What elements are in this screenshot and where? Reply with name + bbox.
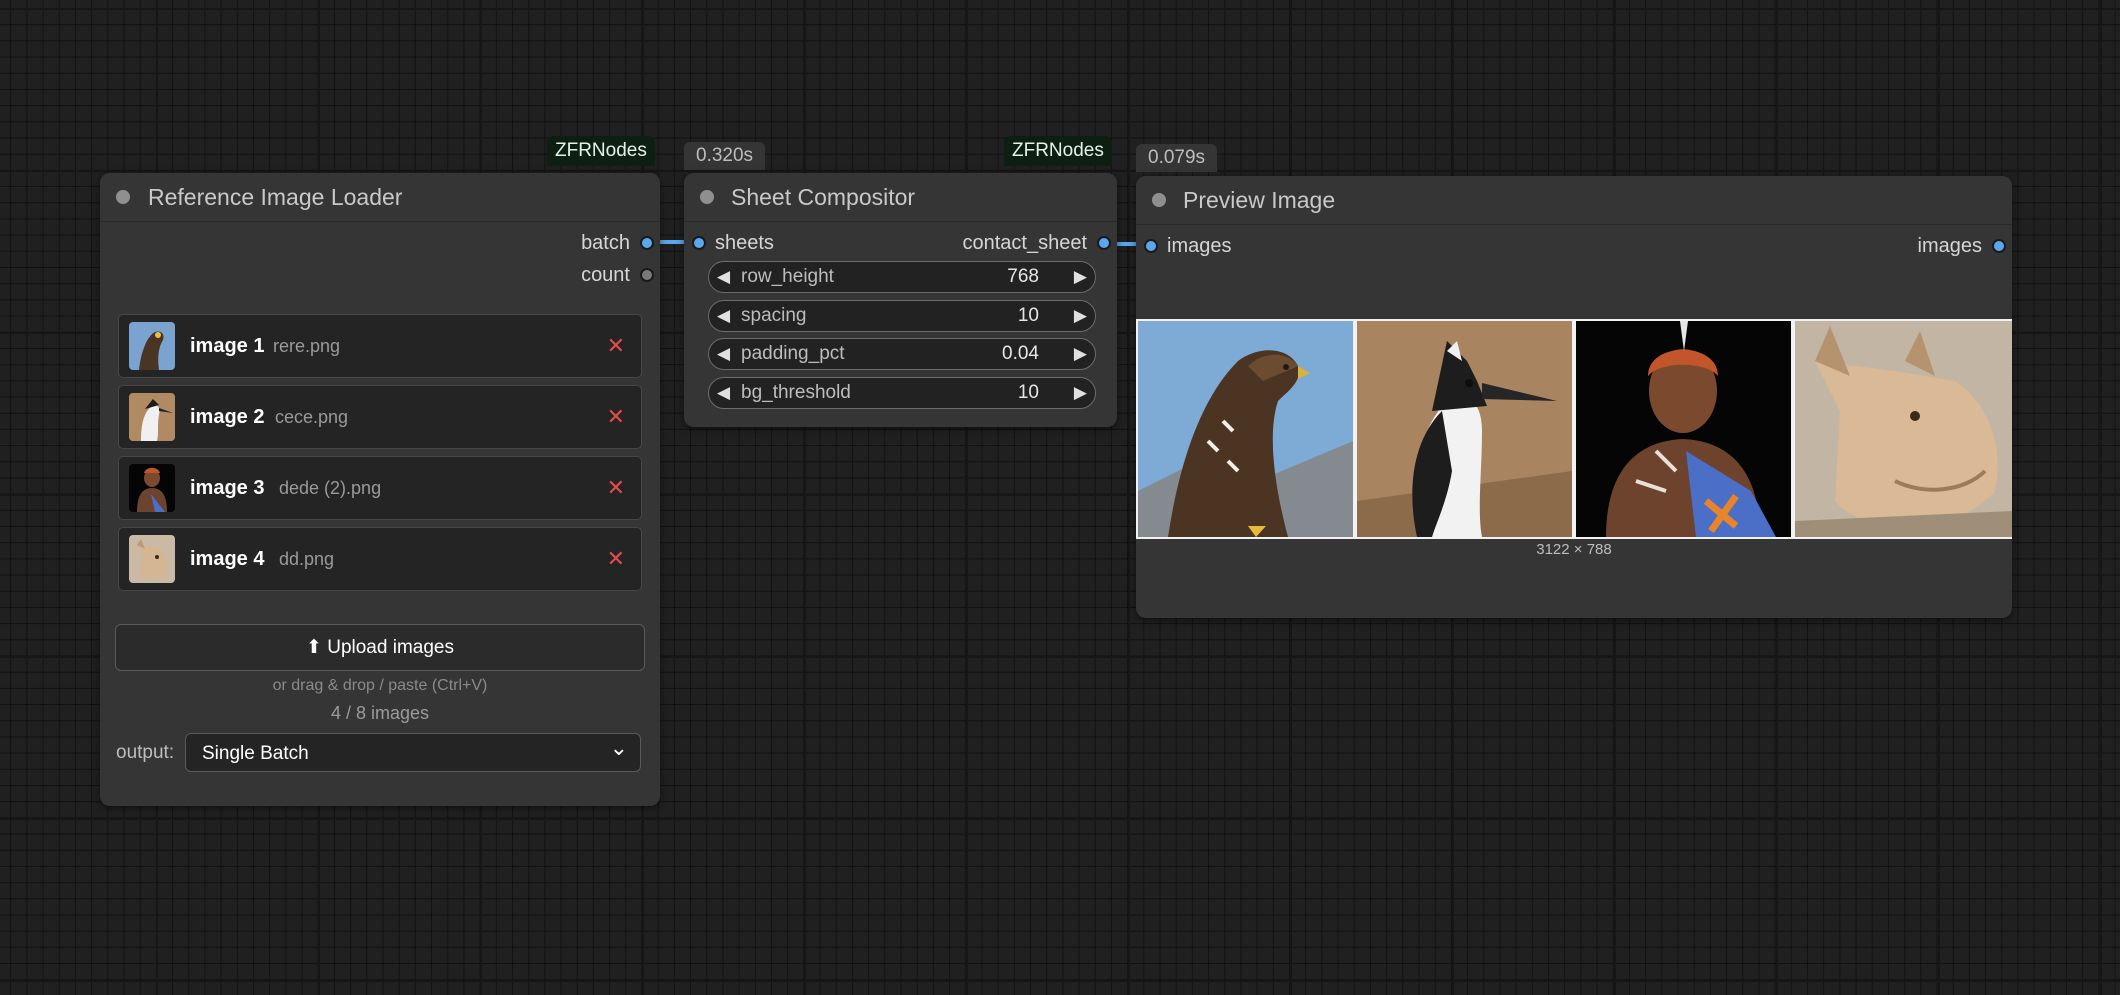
image-label: image 4 (190, 548, 265, 570)
collapse-dot[interactable] (1152, 193, 1166, 207)
decrement-icon[interactable]: ◀ (717, 378, 730, 408)
preview-dimensions: 3122 × 788 (1536, 541, 1612, 558)
input-sheets-pin[interactable] (692, 236, 706, 250)
portrait-thumbnail (129, 464, 175, 512)
decrement-icon[interactable]: ◀ (717, 301, 730, 331)
image-filename: rere.png (273, 336, 341, 356)
chevron-down-icon: ⌄ (609, 735, 628, 760)
widget-name: padding_pct (741, 343, 845, 364)
increment-icon[interactable]: ▶ (1074, 262, 1087, 292)
decrement-icon[interactable]: ◀ (717, 339, 730, 369)
output-images-pin[interactable] (1992, 239, 2006, 253)
reference-image-loader-node[interactable]: Reference Image Loader batch count image… (100, 173, 660, 806)
sheet-compositor-node[interactable]: Sheet Compositor sheets contact_sheet ◀ … (684, 173, 1117, 427)
widget-name: row_height (741, 266, 834, 287)
image-list-item[interactable]: image 4 dd.png ✕ (118, 527, 642, 591)
eagle-thumbnail (129, 322, 175, 370)
remove-image-icon[interactable]: ✕ (607, 386, 625, 448)
output-mode-label: output: (116, 742, 175, 763)
increment-icon[interactable]: ▶ (1074, 339, 1087, 369)
input-images-label: images (1167, 235, 1232, 257)
input-images-pin[interactable] (1144, 239, 1158, 253)
widget-value[interactable]: 10 (1018, 378, 1039, 408)
padding-pct-widget[interactable]: ◀ padding_pct 0.04 ▶ (708, 338, 1096, 370)
image-label: image 1 (190, 335, 265, 357)
node-title: Reference Image Loader (148, 184, 403, 210)
output-mode-value: Single Batch (202, 743, 309, 764)
image-list-item[interactable]: image 1 rere.png ✕ (118, 314, 642, 378)
compositor-source-badge: ZFRNodes (1004, 136, 1112, 166)
kingfisher-thumbnail (129, 393, 175, 441)
widget-name: spacing (741, 305, 807, 326)
camel-thumbnail (129, 535, 175, 583)
bg-threshold-widget[interactable]: ◀ bg_threshold 10 ▶ (708, 377, 1096, 409)
contact-sheet-image (1136, 319, 2012, 539)
image-label: image 3 (190, 477, 265, 499)
image-filename: dede (2).png (279, 478, 382, 498)
output-contact-sheet-label: contact_sheet (962, 232, 1087, 254)
widget-name: bg_threshold (741, 382, 851, 403)
output-count-label: count (581, 264, 630, 286)
output-mode-select[interactable]: Single Batch ⌄ (185, 733, 641, 772)
image-label: image 2 (190, 406, 265, 428)
contact-sheet-preview[interactable] (1136, 319, 2012, 539)
output-batch-label: batch (581, 232, 630, 254)
remove-image-icon[interactable]: ✕ (607, 315, 625, 377)
image-list-item[interactable]: image 2 cece.png ✕ (118, 385, 642, 449)
widget-value[interactable]: 768 (1007, 262, 1039, 292)
node-title-bar[interactable]: Reference Image Loader (100, 173, 660, 222)
loader-source-badge: ZFRNodes (547, 136, 655, 166)
remove-image-icon[interactable]: ✕ (607, 528, 625, 590)
upload-images-button[interactable]: ⬆ Upload images (115, 624, 645, 671)
image-count: 4 / 8 images (330, 703, 430, 723)
increment-icon[interactable]: ▶ (1074, 378, 1087, 408)
image-filename: cece.png (275, 407, 349, 427)
preview-time-badge: 0.079s (1136, 144, 1218, 172)
output-contact-sheet-pin[interactable] (1097, 236, 1111, 250)
collapse-dot[interactable] (700, 190, 714, 204)
decrement-icon[interactable]: ◀ (717, 262, 730, 292)
image-list-item[interactable]: image 3 dede (2).png ✕ (118, 456, 642, 520)
node-title-bar[interactable]: Sheet Compositor (684, 173, 1117, 222)
input-sheets-label: sheets (715, 232, 774, 254)
output-images-label: images (1917, 235, 1982, 257)
image-filename: dd.png (279, 549, 335, 569)
upload-hint: or drag & drop / paste (Ctrl+V) (272, 677, 488, 694)
output-batch-pin[interactable] (640, 236, 654, 250)
node-title: Sheet Compositor (731, 184, 916, 210)
widget-value[interactable]: 0.04 (1002, 339, 1039, 369)
collapse-dot[interactable] (116, 190, 130, 204)
preview-image-node[interactable]: Preview Image images images 3122 × 788 (1136, 176, 2012, 618)
widget-value[interactable]: 10 (1018, 301, 1039, 331)
row-height-widget[interactable]: ◀ row_height 768 ▶ (708, 261, 1096, 293)
increment-icon[interactable]: ▶ (1074, 301, 1087, 331)
compositor-time-badge: 0.320s (684, 142, 766, 170)
node-title: Preview Image (1183, 187, 1336, 213)
output-count-pin[interactable] (640, 268, 654, 282)
spacing-widget[interactable]: ◀ spacing 10 ▶ (708, 300, 1096, 332)
remove-image-icon[interactable]: ✕ (607, 457, 625, 519)
node-title-bar[interactable]: Preview Image (1136, 176, 2012, 225)
